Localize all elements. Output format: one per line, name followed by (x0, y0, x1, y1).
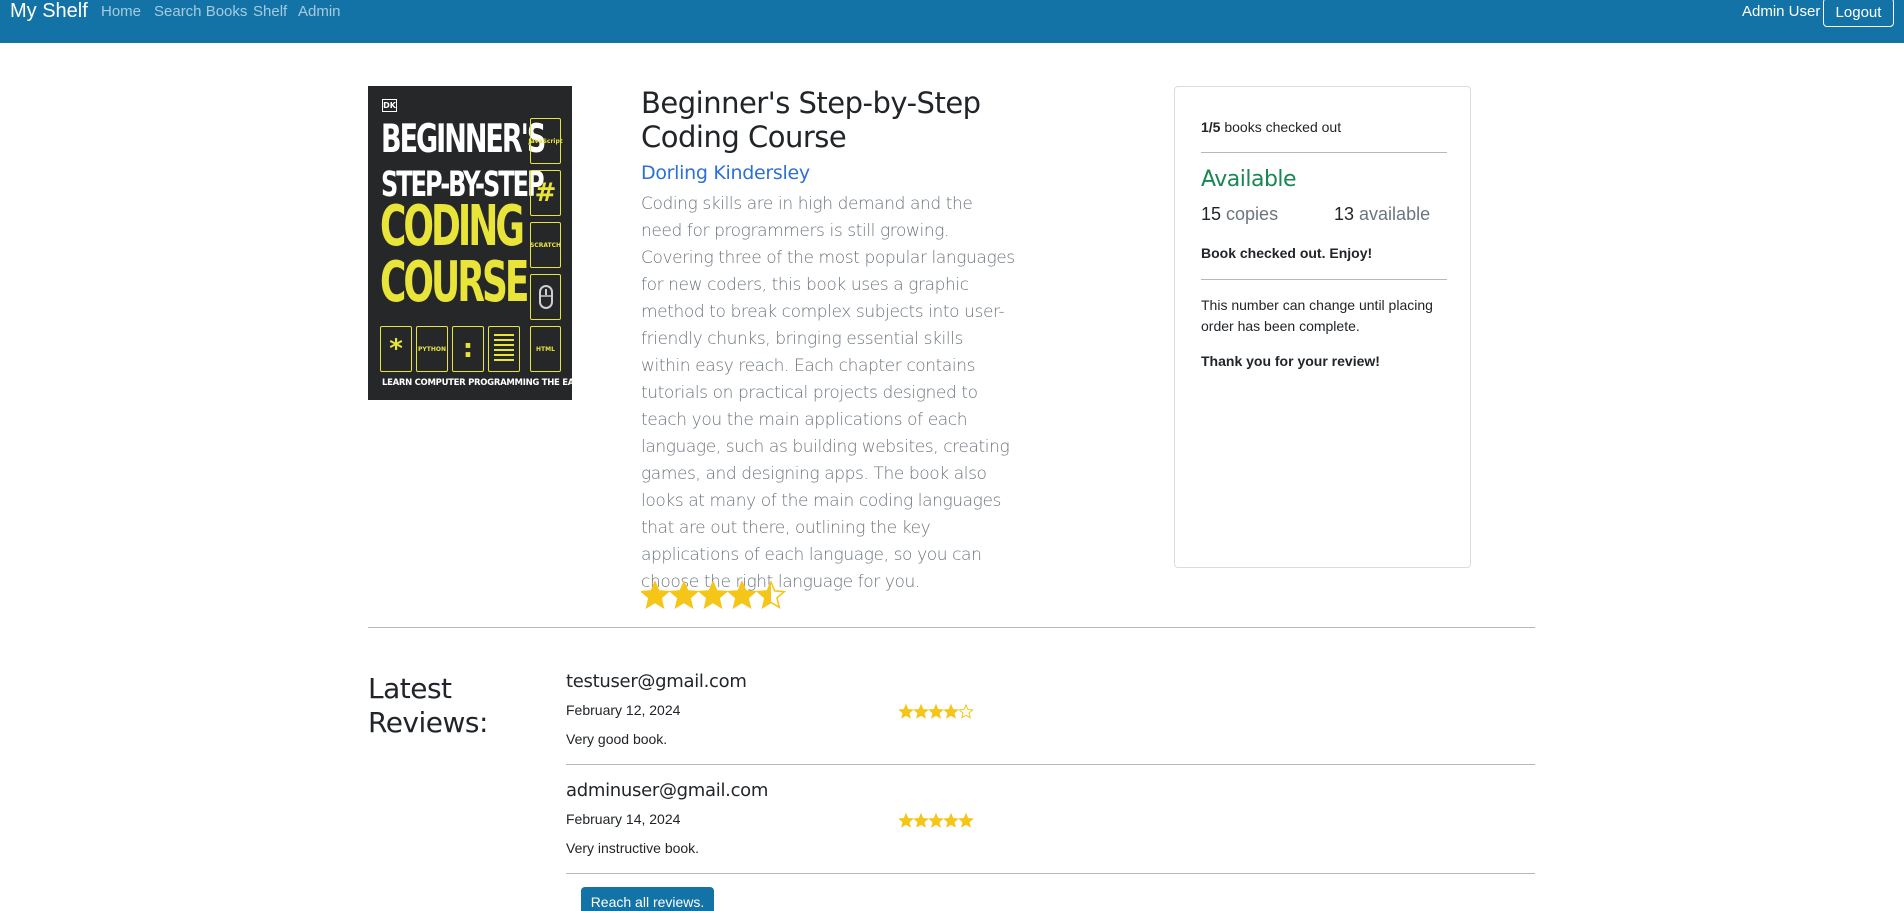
review-thanks: Thank you for your review! (1201, 353, 1380, 369)
star-icon (697, 581, 729, 610)
book-cover-image: DK BEGINNER'S STEP-BY-STEP CODING COURSE… (368, 86, 572, 400)
star-icon (726, 581, 758, 610)
author-link[interactable]: Dorling Kindersley (641, 161, 810, 185)
star-icon (899, 813, 914, 828)
review-email: adminuser@gmail.com (566, 780, 769, 801)
latest-reviews-heading: Latest Reviews: (368, 672, 488, 739)
cover-tagline: LEARN COMPUTER PROGRAMMING THE EASY WAY (382, 378, 572, 388)
review-rating-stars (899, 704, 974, 719)
availability-status: Available (1201, 167, 1297, 192)
review-text: Very good book. (566, 731, 668, 747)
available-number: 13 (1334, 204, 1355, 224)
nav-link-shelf[interactable]: Shelf (253, 3, 287, 20)
book-description: Coding skills are in high demand and the… (641, 194, 1015, 592)
checkout-note: This number can change until placing ord… (1201, 297, 1433, 334)
checked-out-count: 1/5 (1201, 119, 1221, 135)
star-icon (958, 704, 974, 719)
cover-box-hash: # (530, 170, 561, 216)
star-icon (943, 704, 959, 719)
review-date: February 12, 2024 (566, 702, 681, 718)
cover-title-line: BEGINNER'S (381, 117, 546, 163)
nav-link-home[interactable]: Home (101, 3, 141, 20)
cover-title-line: CODING (380, 195, 525, 259)
star-icon (641, 581, 671, 610)
copies-count: 15 copies (1201, 204, 1278, 225)
cover-box-javascript: JavaScript (528, 118, 563, 164)
logout-button[interactable]: Logout (1823, 0, 1894, 27)
star-icon (755, 581, 787, 610)
copies-number: 15 (1201, 204, 1222, 224)
cover-box-colon: : (452, 326, 484, 372)
checkout-card: 1/5 books checked out Available 15 copie… (1174, 86, 1471, 568)
checkout-message: Book checked out. Enjoy! (1201, 245, 1373, 261)
reach-all-reviews-button[interactable]: Reach all reviews. (581, 887, 714, 911)
star-icon (943, 813, 959, 828)
review-divider (566, 873, 1535, 874)
star-icon (899, 704, 914, 719)
cover-box-star: * (380, 326, 412, 372)
user-name: Admin User (1742, 3, 1821, 20)
cover-title-line: COURSE (380, 251, 529, 315)
cover-publisher-mark: DK (382, 99, 397, 112)
review-divider (566, 764, 1535, 765)
nav-link-admin[interactable]: Admin (298, 3, 341, 20)
review-text: Very instructive book. (566, 840, 700, 856)
book-title: Beginner's Step-by-Step Coding Course (641, 86, 981, 154)
star-icon (928, 813, 944, 828)
cover-box-binary-pattern (488, 326, 520, 372)
cover-box-python: PYTHON (416, 326, 448, 372)
section-divider (368, 627, 1535, 628)
card-divider (1201, 152, 1447, 153)
checked-out-status: 1/5 books checked out (1201, 119, 1341, 135)
cover-box-html: HTML (530, 326, 561, 372)
review-date: February 14, 2024 (566, 811, 681, 827)
cover-box-scratch: SCRATCH (530, 222, 561, 268)
checked-out-label: books checked out (1220, 119, 1342, 135)
star-icon (928, 704, 944, 719)
star-icon (668, 581, 700, 610)
review-rating-stars (899, 813, 974, 828)
card-divider (1201, 279, 1447, 280)
star-icon (913, 813, 929, 828)
available-label: available (1354, 204, 1431, 224)
cover-box-mouse-icon (530, 274, 561, 320)
navbar: My Shelf Home Search Books Shelf Admin A… (0, 0, 1904, 43)
available-count: 13 available (1334, 204, 1430, 225)
star-icon (913, 704, 929, 719)
book-rating-stars (641, 581, 787, 610)
copies-label: copies (1221, 204, 1279, 224)
star-icon (958, 813, 974, 828)
review-email: testuser@gmail.com (566, 671, 747, 692)
brand-link[interactable]: My Shelf (10, 0, 88, 22)
nav-link-search-books[interactable]: Search Books (154, 3, 247, 20)
